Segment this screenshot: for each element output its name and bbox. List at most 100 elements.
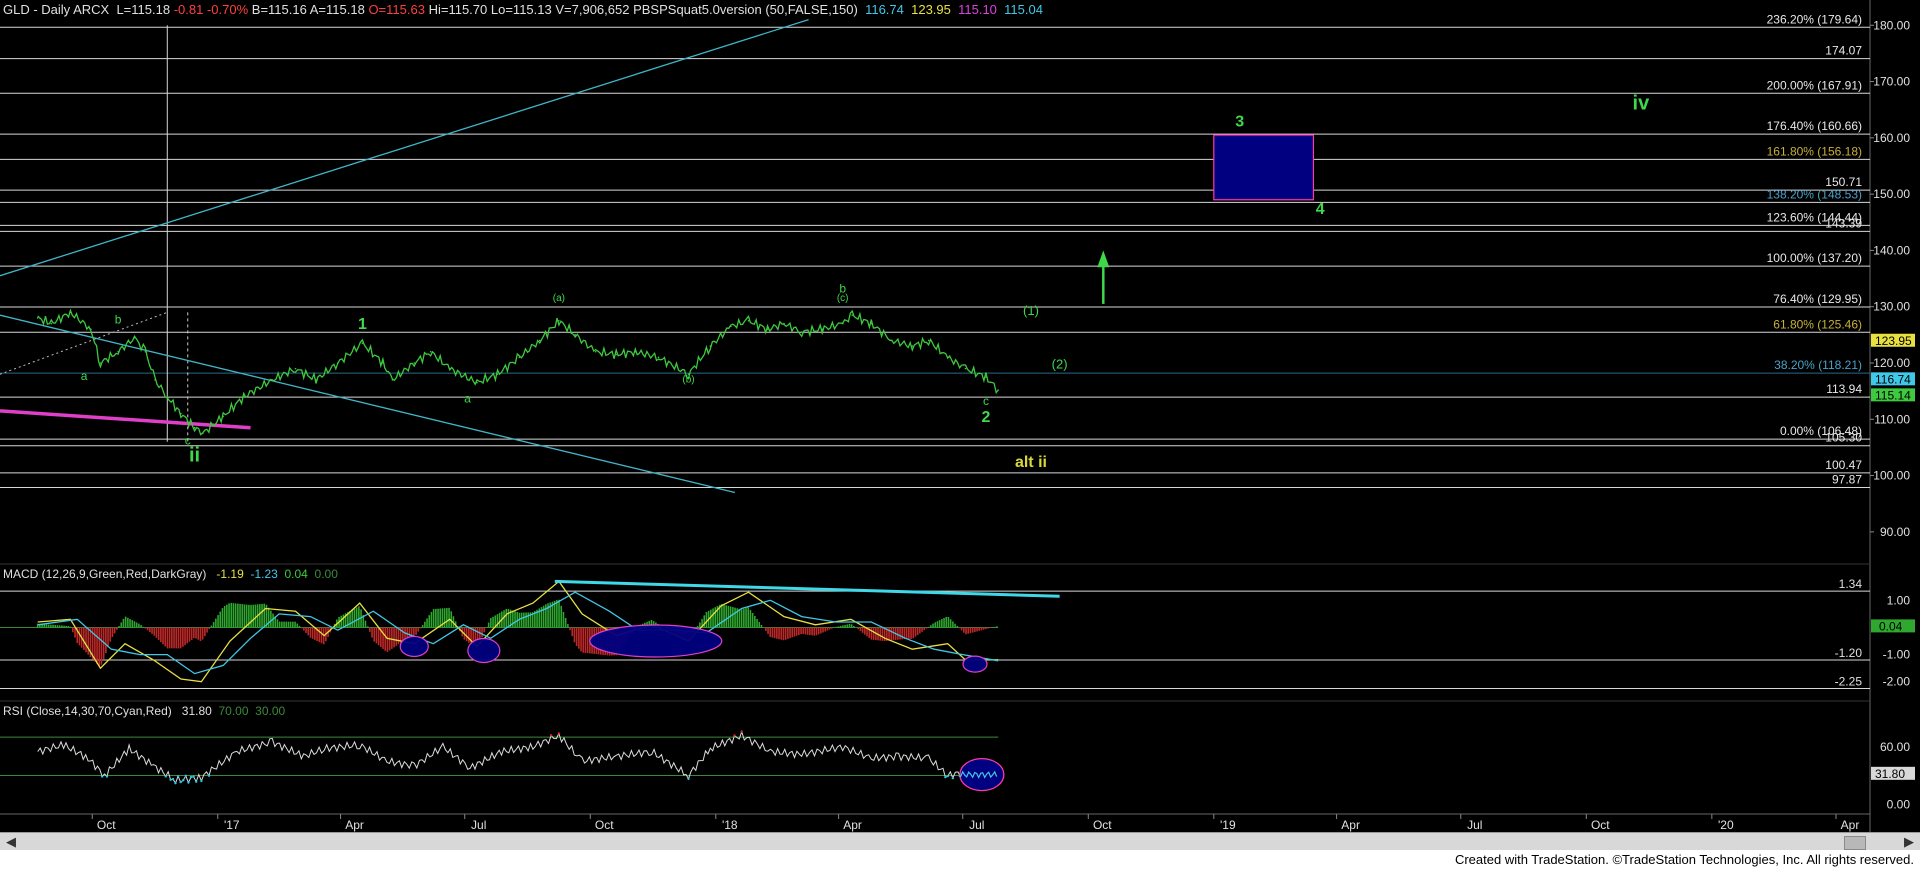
- price-point: [271, 379, 274, 381]
- fib-level-label: 105.30: [1825, 431, 1862, 445]
- fib-level-label: 38.20% (118.21): [1774, 358, 1862, 372]
- y-tick-label: 150.00: [1873, 187, 1910, 201]
- macd-trendline: [554, 579, 1060, 598]
- x-tick-label: Jul: [969, 818, 984, 832]
- price-point: [729, 325, 732, 328]
- scroll-left-icon[interactable]: ◀: [4, 834, 18, 849]
- x-tick-label: '18: [722, 818, 738, 832]
- price-point: [36, 317, 39, 319]
- x-tick-label: Oct: [97, 818, 116, 832]
- price-point: [201, 432, 204, 435]
- wave-label: a: [464, 391, 471, 405]
- price-point: [448, 367, 451, 370]
- price-point: [315, 379, 317, 381]
- price-point: [133, 336, 136, 339]
- wave-label: 1: [358, 316, 367, 333]
- fib-level-label: 236.20% (179.64): [1767, 12, 1862, 26]
- price-point: [50, 322, 53, 325]
- macd-current-tag-label: 0.04: [1879, 619, 1903, 633]
- price-point: [890, 339, 893, 342]
- rsi-current-tag-label: 31.80: [1875, 767, 1905, 781]
- x-tick-label: Jul: [1467, 818, 1482, 832]
- wave-label: iv: [1633, 93, 1651, 115]
- scroll-right-icon[interactable]: ▶: [1902, 834, 1916, 849]
- price-point: [783, 322, 785, 325]
- rsi-oversold-point: [207, 774, 211, 777]
- x-tick-label: Oct: [1093, 818, 1112, 832]
- price-point: [90, 328, 92, 331]
- y-tick-label: 120.00: [1873, 356, 1910, 370]
- wave-label: 2: [981, 409, 990, 426]
- x-tick-label: '17: [224, 818, 240, 832]
- price-series-line: [37, 308, 999, 436]
- macd-y-tick-label: 1.00: [1887, 593, 1911, 607]
- fib-level-label: 113.94: [1826, 382, 1862, 396]
- macd-highlight-ellipse: [589, 624, 723, 658]
- wave-label: (1): [1023, 303, 1039, 318]
- wave-label: ii: [189, 444, 200, 466]
- price-point: [69, 311, 72, 314]
- chart-canvas[interactable]: 90.00100.00110.00120.00130.00140.00150.0…: [0, 0, 1920, 832]
- price-point: [841, 322, 844, 325]
- x-tick-label: Apr: [1841, 818, 1860, 832]
- x-tick-label: '19: [1220, 818, 1236, 832]
- price-point: [747, 319, 750, 322]
- price-point: [144, 350, 147, 353]
- y-tick-label: 180.00: [1873, 18, 1910, 32]
- fib-level-label: 176.40% (160.66): [1767, 119, 1862, 133]
- falling-trendline: [0, 314, 736, 494]
- wave-label: (b): [682, 375, 694, 386]
- rsi-oversold-point: [100, 775, 104, 778]
- rsi-oversold-point: [182, 779, 185, 782]
- y-tick-label: 160.00: [1873, 131, 1910, 145]
- y-tick-label: 140.00: [1873, 243, 1910, 257]
- up-arrow-icon: [1097, 250, 1110, 268]
- x-tick-label: Apr: [345, 818, 364, 832]
- y-tick-label: 130.00: [1873, 300, 1910, 314]
- rsi-oversold-point: [189, 775, 193, 779]
- footer-credit: Created with TradeStation. ©TradeStation…: [1454, 852, 1914, 867]
- x-tick-label: '20: [1718, 818, 1734, 832]
- fib-level-label: 143.39: [1825, 216, 1862, 230]
- fib-level-label: 174.07: [1825, 44, 1862, 58]
- x-tick-label: Oct: [595, 818, 614, 832]
- price-point: [382, 362, 384, 364]
- rsi-oversold-point: [169, 778, 172, 781]
- fib-level-label: 161.80% (156.18): [1767, 144, 1862, 158]
- rsi-oversold-point: [176, 775, 180, 778]
- target-box: [1213, 134, 1315, 201]
- price-point: [337, 362, 339, 364]
- fib-level-label: 200.00% (167.91): [1767, 78, 1862, 92]
- rsi-oversold-point: [187, 781, 190, 784]
- price-point: [496, 373, 499, 376]
- y-tick-label: 110.00: [1874, 412, 1910, 426]
- fib-level-label: 61.80% (125.46): [1773, 317, 1862, 331]
- price-point: [821, 328, 824, 331]
- macd-level-label: -2.25: [1835, 675, 1863, 689]
- rsi-oversold-point: [164, 775, 167, 778]
- price-point: [657, 356, 660, 359]
- wave-label: a: [81, 369, 88, 383]
- rsi-highlight-ellipse: [959, 757, 1005, 792]
- fib-level-label: 138.20% (148.53): [1767, 187, 1862, 201]
- price-point: [800, 331, 803, 333]
- rsi-oversold-point: [171, 777, 175, 781]
- rsi-oversold-point: [174, 781, 177, 785]
- price-point: [985, 376, 987, 378]
- price-point: [766, 328, 769, 331]
- macd-level-label: 1.34: [1839, 577, 1863, 591]
- macd-line: [37, 580, 999, 683]
- price-point: [391, 379, 394, 381]
- rsi-oversold-point: [184, 774, 188, 778]
- price-point: [927, 339, 930, 342]
- price-point: [870, 322, 873, 325]
- y-tick-label: 100.00: [1873, 469, 1910, 483]
- horizontal-scrollbar[interactable]: ◀ ▶: [0, 832, 1920, 851]
- wave-label: c: [185, 434, 191, 448]
- scroll-thumb[interactable]: [1844, 836, 1866, 850]
- rsi-overbought-point: [557, 732, 561, 735]
- price-point: [946, 356, 949, 359]
- price-point: [538, 339, 541, 342]
- price-point: [242, 395, 245, 398]
- price-point: [222, 415, 225, 418]
